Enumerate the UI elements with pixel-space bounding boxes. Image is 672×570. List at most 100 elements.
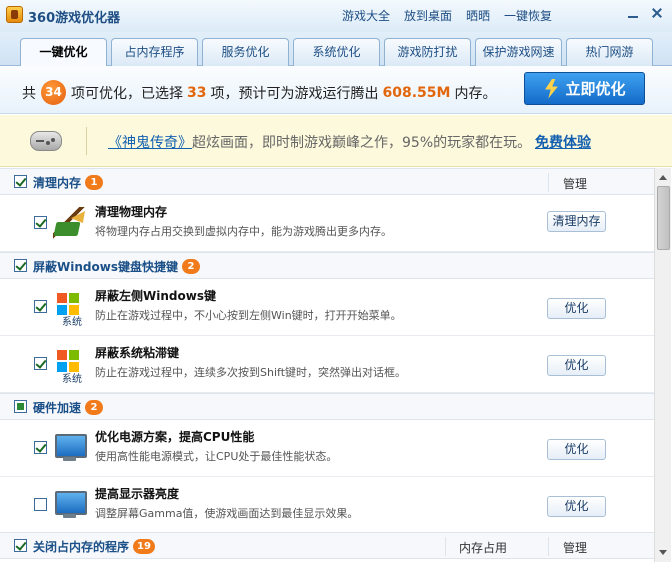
item-checkbox[interactable] — [34, 357, 47, 370]
optimize-button[interactable]: 优化 — [547, 298, 606, 319]
summary-part3: 内存。 — [454, 85, 497, 102]
title-bar: 360游戏优化器 游戏大全 放到桌面 晒晒 一键恢复 — [0, 0, 672, 32]
list-item: 系统 屏蔽左侧Windows键 防止在游戏过程中，不小心按到左侧Win键时，打开… — [0, 279, 654, 336]
total-count-badge: 34 — [41, 80, 66, 105]
optimize-button[interactable]: 优化 — [547, 496, 606, 517]
monitor-icon — [53, 489, 87, 521]
ad-banner: 《神鬼传奇》超炫画面，即时制游戏巅峰之作，95%的玩家都在玩。 免费体验 — [0, 115, 672, 167]
tab-hot-online-games[interactable]: 热门网游 — [566, 38, 653, 66]
column-manage: 管理 — [563, 177, 588, 191]
section-checkbox-clean-memory[interactable] — [14, 175, 27, 188]
icon-label: 系统 — [62, 317, 82, 328]
item-title: 提高显示器亮度 — [95, 487, 180, 501]
item-title: 优化电源方案，提高CPU性能 — [95, 430, 255, 444]
free-trial-link[interactable]: 免费体验 — [535, 132, 591, 152]
column-memory-usage: 内存占用 — [459, 541, 508, 555]
item-description: 调整屏幕Gamma值，使游戏画面达到最佳显示效果。 — [95, 507, 359, 520]
column-divider — [548, 173, 549, 192]
section-title-text: 关闭占内存的程序 — [33, 540, 130, 554]
ad-divider — [86, 127, 87, 155]
link-put-on-desktop[interactable]: 放到桌面 — [404, 7, 452, 24]
section-title: 硬件加速 2 — [33, 399, 104, 416]
tab-one-click-optimize[interactable]: 一键优化 — [20, 38, 107, 67]
selected-count: 33 — [187, 84, 207, 101]
summary-text: 共 34 项可优化，已选择 33 项，预计可为游戏运行腾出 608.55M 内存… — [22, 80, 496, 105]
lightning-icon — [545, 78, 558, 99]
ad-game-link[interactable]: 《神鬼传奇》 — [108, 135, 192, 151]
section-title-text: 硬件加速 — [33, 401, 82, 415]
vertical-scrollbar[interactable] — [654, 168, 671, 562]
item-title: 屏蔽左侧Windows键 — [95, 289, 216, 303]
scroll-up-icon[interactable] — [659, 175, 667, 180]
tab-bar: 一键优化 占内存程序 服务优化 系统优化 游戏防打扰 保护游戏网速 热门网游 — [0, 32, 672, 67]
item-title: 屏蔽系统粘滞键 — [95, 346, 180, 360]
item-description: 防止在游戏过程中，连续多次按到Shift键时，突然弹出对话框。 — [95, 366, 407, 379]
list-item: 清理物理内存 将物理内存占用交换到虚拟内存中，能为游戏腾出更多内存。 清理内存 — [0, 195, 654, 252]
tab-memory-programs[interactable]: 占内存程序 — [111, 38, 198, 66]
tab-system-optimize[interactable]: 系统优化 — [293, 38, 380, 66]
scroll-down-icon[interactable] — [659, 550, 667, 555]
optimize-now-label: 立即优化 — [565, 80, 626, 98]
list-item: 优化电源方案，提高CPU性能 使用高性能电源模式，让CPU处于最佳性能状态。 优… — [0, 420, 654, 477]
windows-system-icon: 系统 — [53, 348, 87, 385]
minimize-icon[interactable] — [622, 4, 644, 22]
tab-protect-game-network[interactable]: 保护游戏网速 — [475, 38, 562, 66]
optimize-now-button[interactable]: 立即优化 — [524, 72, 645, 105]
optimize-button[interactable]: 优化 — [547, 355, 606, 376]
link-game-collection[interactable]: 游戏大全 — [342, 7, 390, 24]
summary-part2: 项，预计可为游戏运行腾出 — [210, 85, 379, 102]
link-share[interactable]: 晒晒 — [466, 7, 490, 24]
summary-prefix: 共 — [22, 85, 36, 102]
item-description: 将物理内存占用交换到虚拟内存中，能为游戏腾出更多内存。 — [95, 225, 392, 238]
ad-text: 《神鬼传奇》超炫画面，即时制游戏巅峰之作，95%的玩家都在玩。 — [108, 132, 531, 152]
section-count-badge: 19 — [133, 539, 155, 554]
tab-game-anti-disturb[interactable]: 游戏防打扰 — [384, 38, 471, 66]
icon-label: 系统 — [62, 374, 82, 385]
optimization-list: 清理内存 1 管理 清理物理内存 将物理内存占用交换到虚拟内存中，能为游戏腾出更… — [0, 168, 654, 562]
ad-description: 超炫画面，即时制游戏巅峰之作，95%的玩家都在玩。 — [192, 135, 532, 151]
section-checkbox-hardware-acceleration[interactable] — [14, 400, 27, 413]
section-checkbox-windows-shortcuts[interactable] — [14, 259, 27, 272]
item-checkbox[interactable] — [34, 441, 47, 454]
tab-service-optimize[interactable]: 服务优化 — [202, 38, 289, 66]
clean-memory-button[interactable]: 清理内存 — [547, 211, 606, 232]
section-header-hardware-acceleration: 硬件加速 2 — [0, 393, 654, 420]
section-count-badge: 1 — [85, 175, 104, 190]
item-checkbox[interactable] — [34, 498, 47, 511]
section-header-windows-shortcuts: 屏蔽Windows键盘快捷键 2 — [0, 252, 654, 279]
column-manage: 管理 — [563, 541, 588, 555]
monitor-icon — [53, 432, 87, 464]
window-title: 360游戏优化器 — [28, 11, 121, 26]
link-one-click-restore[interactable]: 一键恢复 — [504, 7, 552, 24]
section-title: 关闭占内存的程序 19 — [33, 538, 155, 555]
section-count-badge: 2 — [181, 259, 200, 274]
section-checkbox-close-memory-programs[interactable] — [14, 539, 27, 552]
section-title: 清理内存 1 — [33, 174, 104, 191]
section-title: 屏蔽Windows键盘快捷键 2 — [33, 258, 200, 275]
item-description: 使用高性能电源模式，让CPU处于最佳性能状态。 — [95, 450, 338, 463]
section-title-text: 屏蔽Windows键盘快捷键 — [33, 260, 178, 274]
item-checkbox[interactable] — [34, 216, 47, 229]
list-item: 系统 屏蔽系统粘滞键 防止在游戏过程中，连续多次按到Shift键时，突然弹出对话… — [0, 336, 654, 393]
scrollbar-thumb[interactable] — [657, 186, 670, 250]
broom-icon — [53, 207, 87, 239]
memory-freed: 608.55M — [382, 84, 451, 101]
close-icon[interactable] — [646, 4, 668, 22]
optimize-button[interactable]: 优化 — [547, 439, 606, 460]
top-links: 游戏大全 放到桌面 晒晒 一键恢复 — [342, 7, 552, 24]
section-title-text: 清理内存 — [33, 176, 82, 190]
list-item: 提高显示器亮度 调整屏幕Gamma值，使游戏画面达到最佳显示效果。 优化 — [0, 477, 654, 534]
section-header-clean-memory: 清理内存 1 管理 — [0, 168, 654, 195]
item-checkbox[interactable] — [34, 300, 47, 313]
summary-part1: 项可优化，已选择 — [71, 85, 183, 102]
section-count-badge: 2 — [85, 400, 104, 415]
item-description: 防止在游戏过程中，不小心按到左侧Win键时，打开开始菜单。 — [95, 309, 402, 322]
item-title: 清理物理内存 — [95, 205, 168, 219]
window-controls — [622, 4, 668, 22]
column-divider — [445, 537, 446, 556]
column-divider — [548, 537, 549, 556]
section-header-close-memory-programs: 关闭占内存的程序 19 内存占用 管理 — [0, 532, 654, 559]
windows-system-icon: 系统 — [53, 291, 87, 328]
gamepad-icon — [30, 131, 62, 151]
app-logo-icon — [6, 6, 23, 23]
